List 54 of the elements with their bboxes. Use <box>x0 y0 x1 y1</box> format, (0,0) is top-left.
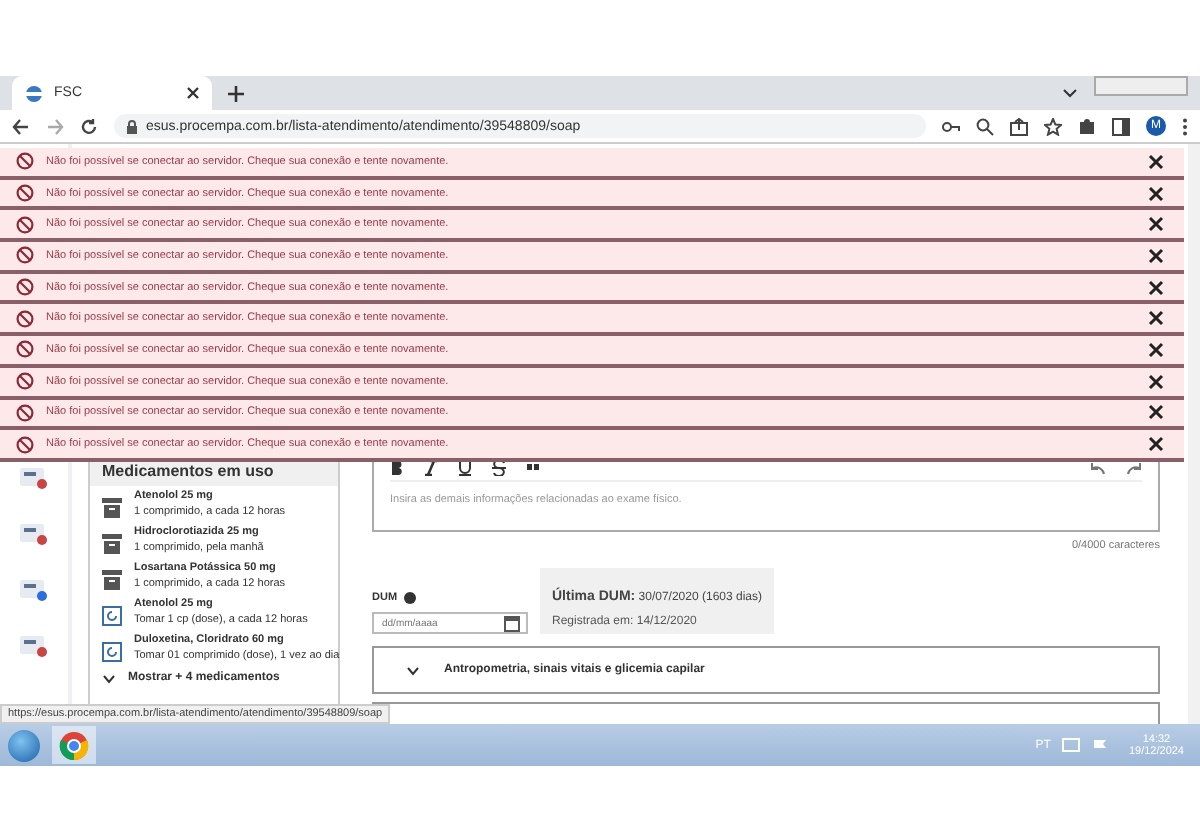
new-tab-icon[interactable] <box>228 85 244 101</box>
back-icon[interactable] <box>12 117 30 135</box>
blocked-icon <box>16 309 34 328</box>
close-icon[interactable] <box>1148 216 1164 233</box>
blocked-icon <box>16 278 34 297</box>
refresh-icon <box>102 642 122 662</box>
nav-icon[interactable] <box>18 464 50 492</box>
nav-icon[interactable] <box>18 632 50 660</box>
browser-taskbar-icon[interactable] <box>52 726 96 764</box>
archive-icon <box>102 570 122 590</box>
key-icon[interactable] <box>942 117 960 135</box>
blocked-icon <box>16 215 34 234</box>
archive-icon <box>102 534 122 554</box>
close-icon[interactable] <box>1148 404 1164 421</box>
close-icon[interactable] <box>1148 247 1164 264</box>
blocked-icon <box>16 372 34 391</box>
blocked-icon <box>16 152 34 171</box>
blocked-icon <box>16 435 34 454</box>
strikethrough-icon[interactable] <box>492 460 506 476</box>
puzzle-icon[interactable] <box>1078 117 1096 135</box>
star-icon[interactable] <box>1044 117 1062 135</box>
more-icon[interactable] <box>1182 117 1188 135</box>
close-icon[interactable] <box>1148 341 1164 358</box>
zoom-icon[interactable] <box>976 117 994 135</box>
start-button[interactable] <box>8 729 40 761</box>
close-icon[interactable] <box>1148 436 1164 453</box>
close-icon[interactable] <box>1148 373 1164 390</box>
calendar-icon[interactable] <box>504 614 520 633</box>
quote-icon[interactable] <box>526 460 540 476</box>
blocked-icon <box>16 340 34 359</box>
side-panel-icon[interactable] <box>1112 117 1130 135</box>
undo-icon[interactable] <box>1090 461 1106 475</box>
chevron-down-icon[interactable] <box>1062 88 1078 98</box>
close-icon[interactable] <box>1148 153 1164 170</box>
nav-icon[interactable] <box>18 520 50 548</box>
blocked-icon <box>16 403 34 422</box>
refresh-icon <box>102 606 122 626</box>
italic-icon[interactable] <box>424 460 438 476</box>
archive-icon <box>102 498 122 518</box>
close-icon[interactable] <box>1148 185 1164 202</box>
reload-icon[interactable] <box>80 117 98 135</box>
logo-icon <box>24 83 44 103</box>
info-icon <box>403 592 416 605</box>
blocked-icon <box>16 246 34 265</box>
share-icon[interactable] <box>1010 117 1028 135</box>
bold-icon[interactable] <box>390 460 404 476</box>
blocked-icon <box>16 184 34 203</box>
close-icon[interactable] <box>1148 310 1164 327</box>
chevron-down-icon <box>102 673 116 683</box>
redo-icon[interactable] <box>1126 461 1142 475</box>
nav-icon[interactable] <box>18 576 50 604</box>
close-icon[interactable] <box>1148 279 1164 296</box>
close-icon[interactable] <box>186 86 200 100</box>
underline-icon[interactable] <box>458 460 472 476</box>
